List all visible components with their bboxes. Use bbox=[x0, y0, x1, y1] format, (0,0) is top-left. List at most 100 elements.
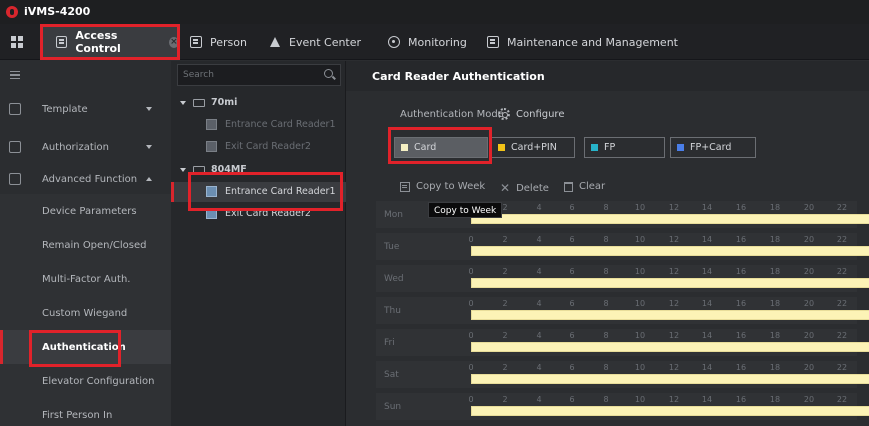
tab-monitoring[interactable]: Monitoring bbox=[388, 32, 467, 52]
hour-tick: 2 bbox=[502, 363, 508, 372]
close-tab-icon[interactable]: × bbox=[168, 36, 180, 48]
tab-label: Person bbox=[210, 35, 247, 49]
hour-ticks: 024681012141618202224 bbox=[468, 267, 869, 277]
grid-menu-icon[interactable] bbox=[11, 36, 23, 48]
collapse-menu-icon[interactable] bbox=[10, 71, 20, 79]
tab-access-control[interactable]: Access Control × bbox=[42, 27, 180, 57]
sub-item-remain-open-closed[interactable]: Remain Open/Closed bbox=[0, 228, 171, 262]
hour-tick: 0 bbox=[468, 363, 474, 372]
tree-reader[interactable]: Entrance Card Reader1 bbox=[171, 115, 346, 135]
device-icon bbox=[193, 166, 205, 174]
day-label: Fri bbox=[384, 338, 395, 348]
day-label: Tue bbox=[384, 242, 400, 252]
hour-tick: 12 bbox=[668, 235, 680, 244]
sub-item-authentication[interactable]: Authentication bbox=[0, 330, 171, 364]
sub-label: Device Parameters bbox=[42, 205, 137, 217]
time-bar[interactable] bbox=[471, 246, 869, 256]
toolbar-label: Delete bbox=[516, 182, 549, 194]
device-icon bbox=[193, 99, 205, 107]
hour-tick: 0 bbox=[468, 395, 474, 404]
time-bar[interactable] bbox=[471, 214, 869, 224]
sub-item-first-person-in[interactable]: First Person In bbox=[0, 398, 171, 426]
hour-tick: 2 bbox=[502, 267, 508, 276]
clear-button[interactable]: Clear bbox=[564, 181, 605, 192]
hour-tick: 20 bbox=[803, 299, 815, 308]
hour-tick: 20 bbox=[803, 267, 815, 276]
hour-tick: 20 bbox=[803, 395, 815, 404]
hour-tick: 2 bbox=[502, 203, 508, 212]
sub-label: First Person In bbox=[42, 409, 113, 421]
mode-fp-button[interactable]: FP bbox=[584, 137, 665, 158]
hour-tick: 4 bbox=[536, 363, 542, 372]
day-label: Mon bbox=[384, 210, 403, 220]
page-title: Card Reader Authentication bbox=[372, 70, 545, 83]
delete-button[interactable]: ✕ Delete bbox=[500, 181, 549, 195]
day-label: Thu bbox=[384, 306, 401, 316]
hour-tick: 18 bbox=[769, 267, 781, 276]
search-input[interactable]: Search bbox=[177, 64, 341, 86]
hour-tick: 14 bbox=[701, 395, 713, 404]
mode-card-button[interactable]: Card bbox=[394, 137, 488, 158]
mode-card-pin-button[interactable]: Card+PIN bbox=[491, 137, 575, 158]
reader-name: Entrance Card Reader1 bbox=[225, 119, 336, 130]
schedule-row[interactable]: Tue024681012141618202224 bbox=[376, 233, 869, 260]
hour-tick: 8 bbox=[603, 235, 609, 244]
schedule-row[interactable]: Thu 024681012141618202224 bbox=[376, 297, 869, 324]
hour-tick: 6 bbox=[569, 395, 575, 404]
schedule-row[interactable]: Fri024681012141618202224 bbox=[376, 329, 869, 356]
hour-tick: 6 bbox=[569, 331, 575, 340]
hour-tick: 22 bbox=[836, 267, 848, 276]
nav-label: Advanced Function bbox=[42, 173, 138, 185]
hour-tick: 18 bbox=[769, 203, 781, 212]
configure-link[interactable]: Configure bbox=[516, 109, 564, 120]
sub-item-device-parameters[interactable]: Device Parameters bbox=[0, 194, 171, 228]
gear-icon[interactable] bbox=[498, 108, 510, 120]
hour-tick: 14 bbox=[701, 299, 713, 308]
search-icon[interactable] bbox=[324, 69, 333, 78]
schedule-row[interactable]: Sat024681012141618202224 bbox=[376, 361, 869, 388]
sub-item-custom-wiegand[interactable]: Custom Wiegand bbox=[0, 296, 171, 330]
tab-event-center[interactable]: Event Center bbox=[269, 32, 361, 52]
hour-tick: 2 bbox=[502, 395, 508, 404]
hour-tick: 22 bbox=[836, 235, 848, 244]
authentication-mode-label: Authentication Mode bbox=[400, 109, 504, 120]
left-navigation: Template Authorization Advanced Function… bbox=[0, 61, 171, 426]
time-bar[interactable] bbox=[471, 278, 869, 288]
reader-name: Exit Card Reader2 bbox=[225, 208, 311, 219]
time-bar[interactable] bbox=[471, 374, 869, 384]
hour-tick: 14 bbox=[701, 363, 713, 372]
sub-item-multi-factor-auth[interactable]: Multi-Factor Auth. bbox=[0, 262, 171, 296]
tree-device-70mi[interactable]: 70mi bbox=[171, 93, 346, 113]
tab-maintenance[interactable]: Maintenance and Management bbox=[487, 32, 678, 52]
day-label: Sat bbox=[384, 370, 399, 380]
chevron-down-icon bbox=[146, 145, 152, 149]
hour-tick: 20 bbox=[803, 235, 815, 244]
expand-caret-icon[interactable] bbox=[180, 101, 186, 105]
hour-tick: 6 bbox=[569, 299, 575, 308]
mode-fp-card-button[interactable]: FP+Card bbox=[670, 137, 756, 158]
fp-card-swatch bbox=[677, 144, 684, 151]
tab-person[interactable]: Person bbox=[190, 32, 247, 52]
hour-ticks: 024681012141618202224 bbox=[468, 299, 869, 309]
time-bar[interactable] bbox=[471, 406, 869, 416]
device-name: 804MF bbox=[211, 164, 247, 175]
nav-item-template[interactable]: Template bbox=[0, 92, 171, 126]
tree-reader-selected[interactable]: Entrance Card Reader1 bbox=[171, 182, 346, 202]
hour-tick: 14 bbox=[701, 235, 713, 244]
tree-reader[interactable]: Exit Card Reader2 bbox=[171, 137, 346, 157]
hour-ticks: 024681012141618202224 bbox=[468, 235, 869, 245]
expand-caret-icon[interactable] bbox=[180, 168, 186, 172]
tree-device-804mf[interactable]: 804MF bbox=[171, 160, 346, 180]
nav-item-advanced-function[interactable]: Advanced Function bbox=[0, 162, 171, 196]
copy-to-week-button[interactable]: Copy to Week bbox=[400, 181, 485, 192]
tree-reader[interactable]: Exit Card Reader2 bbox=[171, 204, 346, 224]
monitoring-icon bbox=[388, 36, 400, 48]
sub-item-elevator-configuration[interactable]: Elevator Configuration bbox=[0, 364, 171, 398]
device-tree-panel: Search 70mi Entrance Card Reader1 Exit C… bbox=[171, 61, 346, 426]
card-pin-swatch bbox=[498, 144, 505, 151]
nav-item-authorization[interactable]: Authorization bbox=[0, 130, 171, 164]
schedule-row[interactable]: Wed024681012141618202224 bbox=[376, 265, 869, 292]
schedule-row[interactable]: Sun024681012141618202224 bbox=[376, 393, 869, 420]
time-bar[interactable] bbox=[471, 310, 869, 320]
time-bar[interactable] bbox=[471, 342, 869, 352]
